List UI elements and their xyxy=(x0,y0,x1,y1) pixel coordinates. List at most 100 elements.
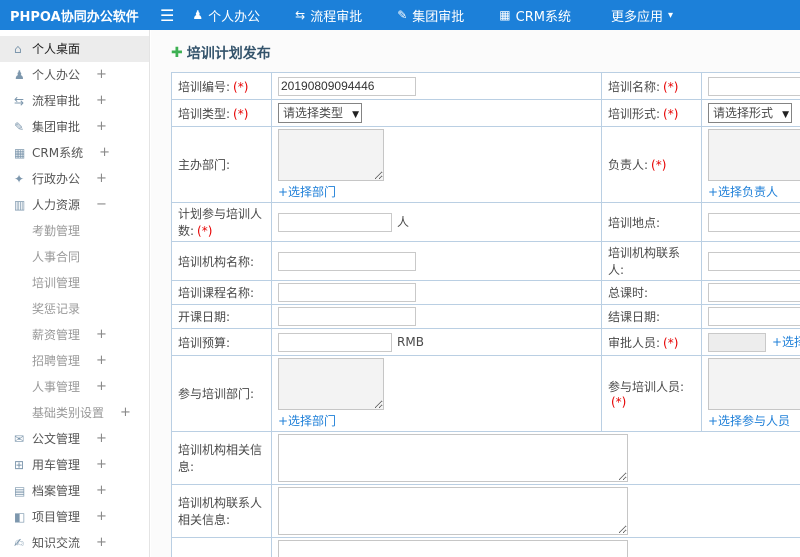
topbar-menu-item[interactable]: ✎ 集团审批 xyxy=(397,6,469,25)
expand-toggle-icon[interactable]: + xyxy=(96,452,107,478)
expand-toggle-icon[interactable]: + xyxy=(96,166,107,192)
expand-toggle-icon[interactable]: + xyxy=(96,504,107,530)
approver-input[interactable] xyxy=(708,332,766,352)
required-mark: (*) xyxy=(197,224,213,238)
required-mark: (*) xyxy=(611,395,627,409)
sidebar-item[interactable]: 基础类别设置 + xyxy=(0,400,149,426)
page-title: ✚ 培训计划发布 xyxy=(171,43,800,63)
menu-icon: ▦ xyxy=(499,8,511,22)
expand-toggle-icon[interactable]: + xyxy=(99,140,110,166)
sidebar-item-label: 人事合同 xyxy=(32,250,81,264)
sidebar-item[interactable]: ▥ 人力资源 − xyxy=(0,192,149,218)
planned-participants-input[interactable] xyxy=(278,212,392,232)
form-row: 开课日期: 结课日期: xyxy=(171,304,800,329)
training-plan-form: 培训编号:(*) 培训名称:(*) 培训类型:(*) 请选择类型 ▼ 培训形式:… xyxy=(171,72,800,557)
training-requirements-textarea[interactable] xyxy=(278,540,628,557)
training-name-input[interactable] xyxy=(708,76,800,96)
form-row: 培训机构相关信息: xyxy=(171,431,800,485)
sidebar-item[interactable]: 考勤管理 xyxy=(0,218,149,244)
select-arrow-icon: ▼ xyxy=(782,110,790,120)
hamburger-menu-icon[interactable]: ☰ xyxy=(160,6,174,25)
expand-toggle-icon[interactable]: + xyxy=(96,88,107,114)
sidebar-item[interactable]: 招聘管理 + xyxy=(0,348,149,374)
expand-toggle-icon[interactable]: + xyxy=(96,114,107,140)
sidebar-item-icon: ⇆ xyxy=(14,94,25,108)
host-department-textarea[interactable] xyxy=(278,129,384,181)
participating-departments-textarea[interactable] xyxy=(278,358,384,410)
sidebar-item[interactable]: ✎ 集团审批 + xyxy=(0,114,149,140)
sidebar-item[interactable]: ▦ CRM系统 + xyxy=(0,140,149,166)
total-hours-input[interactable] xyxy=(708,283,800,302)
participants-textarea[interactable] xyxy=(708,358,800,410)
course-name-input[interactable] xyxy=(278,283,416,302)
sidebar-item[interactable]: ✉ 公文管理 + xyxy=(0,426,149,452)
app-title: PHPOA协同办公软件 xyxy=(10,9,139,25)
select-value: 请选择形式 xyxy=(713,106,774,120)
sidebar-item-icon: ♟ xyxy=(14,68,25,82)
sidebar-item[interactable]: ◧ 项目管理 + xyxy=(0,504,149,530)
expand-toggle-icon[interactable]: + xyxy=(96,530,107,556)
chevron-down-icon: ▾ xyxy=(667,9,673,21)
institution-name-input[interactable] xyxy=(278,251,416,271)
expand-toggle-icon[interactable]: + xyxy=(96,478,107,504)
institution-contact-info-textarea[interactable] xyxy=(278,487,628,535)
expand-toggle-icon[interactable]: + xyxy=(96,348,107,374)
sidebar-item[interactable]: ⊞ 用车管理 + xyxy=(0,452,149,478)
training-form-select[interactable]: 请选择形式 ▼ xyxy=(708,103,793,123)
topbar-menu-item[interactable]: ⇆ 流程审批 xyxy=(295,6,367,25)
form-row: 主办部门: +选择部门 负责人: (*) +选择负责人 xyxy=(171,126,800,203)
sidebar-item-label: 公文管理 xyxy=(32,432,81,446)
sidebar-item[interactable]: ⌂ 个人桌面 xyxy=(0,36,149,62)
form-row: 培训编号:(*) 培训名称:(*) xyxy=(171,72,800,100)
sidebar-item-icon: ✍ xyxy=(14,536,25,550)
expand-toggle-icon[interactable]: + xyxy=(96,374,107,400)
topbar-menu-item[interactable]: ▦ CRM系统 xyxy=(499,6,576,25)
expand-toggle-icon[interactable]: − xyxy=(96,192,107,218)
sidebar-item[interactable]: ✍ 知识交流 + xyxy=(0,530,149,556)
sidebar-item[interactable]: 人事合同 xyxy=(0,244,149,270)
unit-suffix: 人 xyxy=(397,215,410,229)
menu-label: 集团审批 xyxy=(412,9,465,25)
institution-contact-input[interactable] xyxy=(708,251,800,271)
start-date-input[interactable] xyxy=(278,307,416,326)
form-row: 培训要求: xyxy=(171,537,800,557)
sidebar-item-label: 个人桌面 xyxy=(32,42,81,56)
expand-toggle-icon[interactable]: + xyxy=(120,400,131,426)
sidebar-item-label: 项目管理 xyxy=(32,510,81,524)
expand-toggle-icon[interactable]: + xyxy=(96,62,107,88)
select-approver-link[interactable]: +选择审批人员 xyxy=(772,333,800,350)
sidebar-item[interactable]: ▤ 档案管理 + xyxy=(0,478,149,504)
expand-toggle-icon[interactable]: + xyxy=(96,322,107,348)
select-leader-link[interactable]: +选择负责人 xyxy=(708,183,778,200)
select-department-link[interactable]: +选择部门 xyxy=(278,183,336,200)
sidebar-item[interactable]: 薪资管理 + xyxy=(0,322,149,348)
expand-toggle-icon[interactable]: + xyxy=(96,426,107,452)
menu-label: 个人办公 xyxy=(208,9,261,25)
training-type-select[interactable]: 请选择类型 ▼ xyxy=(278,103,363,123)
sidebar-item-icon: ▥ xyxy=(14,198,26,212)
end-date-input[interactable] xyxy=(708,307,800,326)
required-mark: (*) xyxy=(651,158,667,172)
sidebar-item-label: 薪资管理 xyxy=(32,328,81,342)
sidebar-item-label: 用车管理 xyxy=(32,458,81,472)
leader-textarea[interactable] xyxy=(708,129,800,181)
sidebar-item[interactable]: 培训管理 xyxy=(0,270,149,296)
budget-input[interactable] xyxy=(278,332,392,352)
sidebar-item-label: 招聘管理 xyxy=(32,354,81,368)
training-number-input[interactable] xyxy=(278,76,416,96)
topbar: PHPOA协同办公软件 ☰ ♟ 个人办公 ⇆ 流程审批 ✎ 集团审批 ▦ CRM… xyxy=(0,0,800,30)
sidebar-item[interactable]: ✦ 行政办公 + xyxy=(0,166,149,192)
approver-label: 审批人员: (*) xyxy=(601,328,702,356)
required-mark: (*) xyxy=(663,106,679,121)
sidebar-item[interactable]: 人事管理 + xyxy=(0,374,149,400)
sidebar-item[interactable]: ♟ 个人办公 + xyxy=(0,62,149,88)
select-department-link[interactable]: +选择部门 xyxy=(278,412,336,429)
select-participants-link[interactable]: +选择参与人员 xyxy=(708,412,790,429)
topbar-menu-item[interactable]: 更多应用 ▾ xyxy=(606,6,673,25)
institution-info-textarea[interactable] xyxy=(278,434,628,482)
sidebar-item-label: 培训管理 xyxy=(32,276,81,290)
training-location-input[interactable] xyxy=(708,212,800,232)
sidebar-item[interactable]: ⇆ 流程审批 + xyxy=(0,88,149,114)
sidebar-item[interactable]: 奖惩记录 xyxy=(0,296,149,322)
topbar-menu-item[interactable]: ♟ 个人办公 xyxy=(192,6,265,25)
